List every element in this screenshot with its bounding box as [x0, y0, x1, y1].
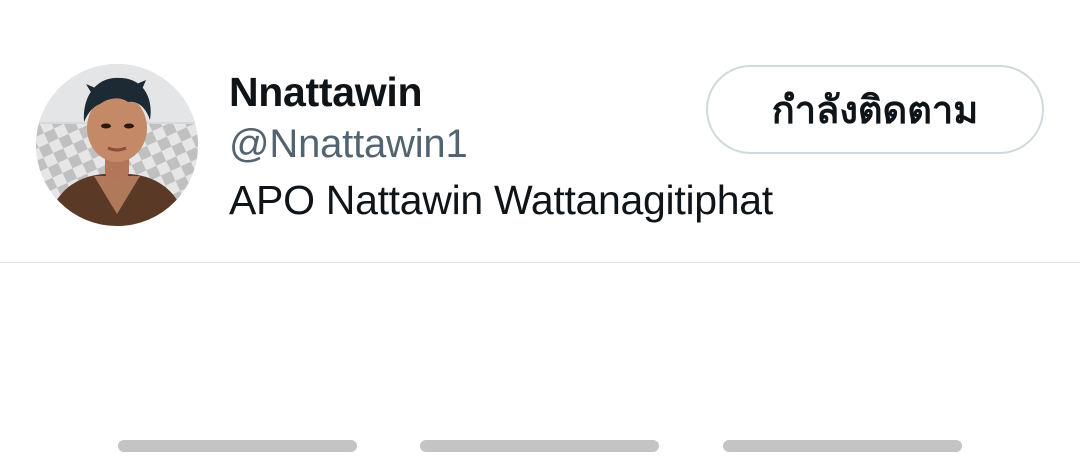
user-handle[interactable]: @Nnattawin1 — [229, 120, 773, 168]
page: Nnattawin @Nnattawin1 APO Nattawin Watta… — [0, 0, 1080, 466]
loading-placeholder-row — [0, 440, 1080, 452]
loading-placeholder-bar — [723, 440, 962, 452]
avatar-image — [36, 64, 198, 226]
loading-placeholder-bar — [118, 440, 357, 452]
user-text: Nnattawin @Nnattawin1 APO Nattawin Watta… — [229, 68, 773, 224]
display-name[interactable]: Nnattawin — [229, 68, 773, 116]
user-cell[interactable]: Nnattawin @Nnattawin1 APO Nattawin Watta… — [0, 0, 1080, 262]
user-bio: APO Nattawin Wattanagitiphat — [229, 177, 773, 223]
avatar[interactable] — [36, 64, 198, 226]
loading-placeholder-bar — [420, 440, 659, 452]
following-button[interactable]: กำลังติดตาม — [706, 65, 1044, 154]
divider — [0, 262, 1080, 263]
